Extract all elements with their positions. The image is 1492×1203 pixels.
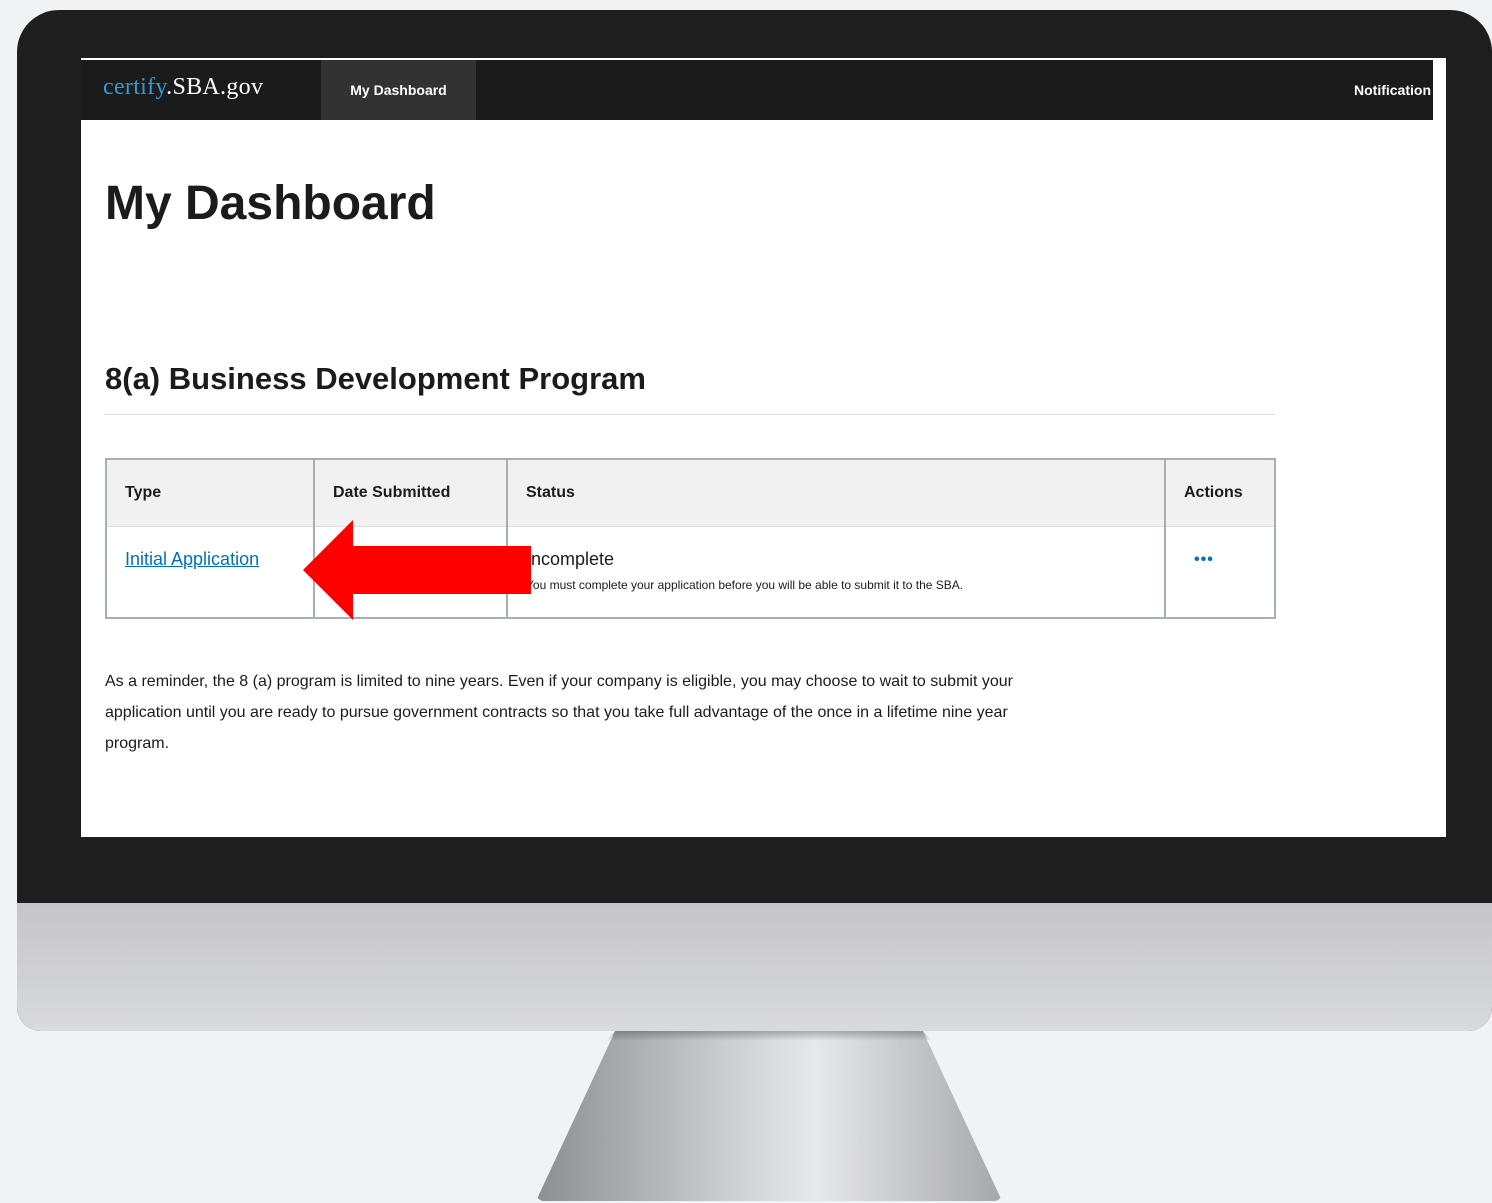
monitor-chin [17, 903, 1492, 1031]
applications-table: Type Date Submitted Status Actions Initi… [105, 458, 1276, 619]
cell-type: Initial Application [106, 526, 315, 618]
brand-name-domain: .SBA.gov [166, 74, 264, 100]
column-header-type: Type [106, 459, 315, 527]
status-text: Incomplete [526, 549, 615, 569]
table-row: Initial Application Incomplete You must … [106, 526, 1275, 619]
cell-status: Incomplete You must complete your applic… [507, 526, 1166, 618]
more-horizontal-icon[interactable]: ••• [1194, 551, 1214, 569]
monitor-stand [536, 1031, 1002, 1201]
table-header-row: Type Date Submitted Status Actions [106, 459, 1275, 527]
arrow-left-icon [303, 520, 531, 620]
initial-application-link[interactable]: Initial Application [125, 549, 259, 570]
column-header-status: Status [507, 459, 1166, 527]
top-navbar: certify.SBA.gov My Dashboard Notificatio… [81, 58, 1433, 120]
section-divider [105, 414, 1275, 415]
brand-logo[interactable]: certify.SBA.gov [103, 74, 263, 101]
screen: certify.SBA.gov My Dashboard Notificatio… [81, 58, 1446, 837]
cell-actions: ••• [1165, 527, 1275, 619]
column-header-actions: Actions [1165, 459, 1275, 527]
column-header-date-submitted: Date Submitted [314, 459, 508, 527]
page-title: My Dashboard [105, 177, 436, 230]
section-title: 8(a) Business Development Program [105, 361, 646, 396]
reminder-text: As a reminder, the 8 (a) program is limi… [105, 673, 1013, 752]
status-note: You must complete your application befor… [526, 578, 964, 592]
monitor-stand-shadow [605, 1031, 933, 1041]
brand-name-certify: certify [103, 74, 167, 100]
nav-notifications[interactable]: Notification [1354, 60, 1433, 120]
nav-tab-my-dashboard[interactable]: My Dashboard [321, 60, 476, 120]
